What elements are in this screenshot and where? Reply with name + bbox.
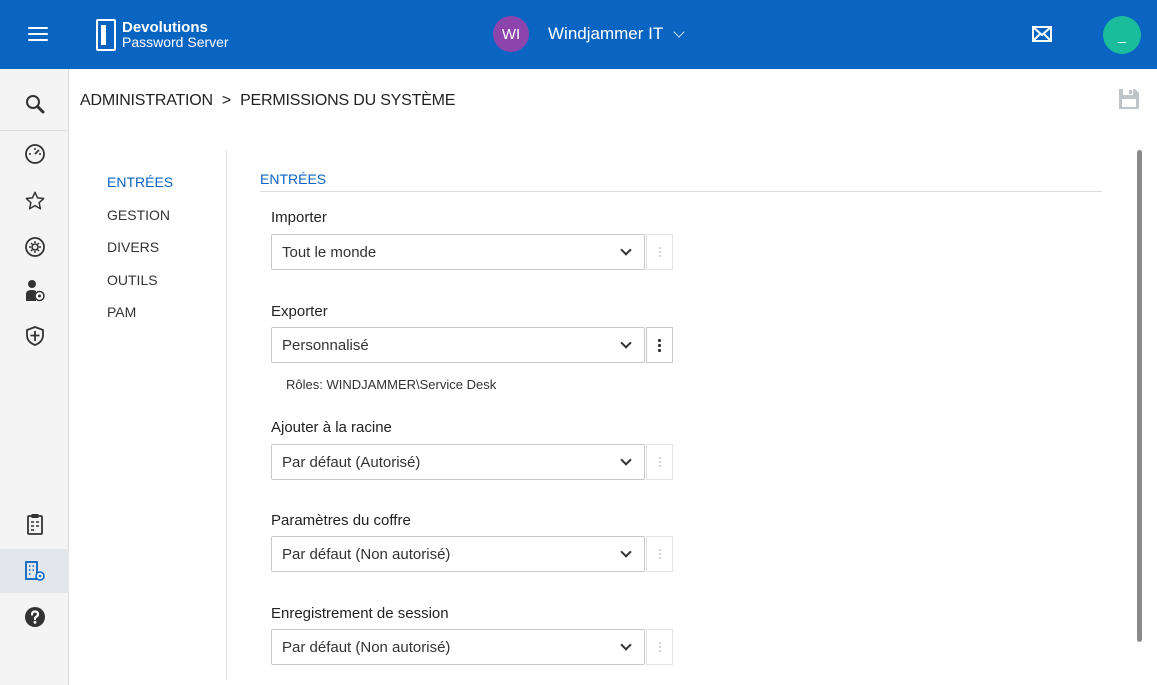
- mail-icon[interactable]: [1032, 26, 1052, 42]
- chevron-down-icon: [620, 337, 632, 349]
- organization-selector[interactable]: WI Windjammer IT: [493, 16, 685, 52]
- breadcrumb-separator: >: [221, 92, 232, 109]
- vault-settings-more-options-button: [646, 536, 673, 572]
- section-title: ENTRÉES: [260, 171, 327, 187]
- breadcrumb-current-page: PERMISSIONS DU SYSTÈME: [240, 92, 456, 109]
- shield-icon[interactable]: [0, 316, 69, 356]
- add-to-root-select[interactable]: Par défaut (Autorisé): [271, 444, 645, 480]
- subnav-item-divers[interactable]: DIVERS: [107, 238, 173, 271]
- building-gear-icon[interactable]: [0, 549, 69, 593]
- gear-icon[interactable]: [0, 227, 69, 267]
- select-value: Tout le monde: [282, 244, 377, 261]
- section-divider: [260, 191, 1102, 192]
- breadcrumb-administration[interactable]: ADMINISTRATION: [80, 92, 213, 110]
- user-settings-icon[interactable]: [0, 271, 69, 311]
- exporter-roles-note: Rôles: WINDJAMMER\Service Desk: [286, 377, 497, 392]
- star-icon[interactable]: [0, 181, 69, 221]
- chevron-down-icon: [620, 454, 632, 466]
- vertical-scrollbar[interactable]: [1137, 150, 1142, 642]
- select-value: Par défaut (Non autorisé): [282, 546, 451, 563]
- session-recording-select[interactable]: Par défaut (Non autorisé): [271, 629, 645, 665]
- app-logo[interactable]: Devolutions Password Server: [96, 18, 229, 52]
- hamburger-menu-icon[interactable]: [28, 27, 48, 41]
- logo-mark: [96, 19, 116, 51]
- permissions-category-nav: ENTRÉES GESTION DIVERS OUTILS PAM: [107, 173, 173, 336]
- chevron-down-icon: [620, 639, 632, 651]
- exporter-select[interactable]: Personnalisé: [271, 327, 645, 363]
- field-label-vault-settings: Paramètres du coffre: [271, 512, 411, 529]
- organization-avatar: WI: [493, 16, 529, 52]
- search-icon[interactable]: [0, 84, 69, 124]
- chevron-down-icon: [620, 244, 632, 256]
- field-label-exporter: Exporter: [271, 303, 328, 320]
- select-value: Personnalisé: [282, 337, 369, 354]
- clipboard-icon[interactable]: [0, 504, 69, 544]
- field-label-importer: Importer: [271, 209, 327, 226]
- top-bar: Devolutions Password Server WI Windjamme…: [0, 0, 1157, 69]
- importer-select[interactable]: Tout le monde: [271, 234, 645, 270]
- subnav-divider: [226, 150, 227, 680]
- icon-sidebar: [0, 69, 69, 685]
- breadcrumb: ADMINISTRATION > PERMISSIONS DU SYSTÈME: [80, 92, 455, 110]
- save-icon[interactable]: [1118, 88, 1140, 110]
- exporter-more-options-button[interactable]: [646, 327, 673, 363]
- session-recording-more-options-button: [646, 629, 673, 665]
- field-label-add-to-root: Ajouter à la racine: [271, 419, 392, 436]
- chevron-down-icon: [673, 25, 685, 38]
- help-icon[interactable]: [0, 597, 69, 637]
- organization-name: Windjammer IT: [548, 24, 664, 43]
- subnav-item-gestion[interactable]: GESTION: [107, 206, 173, 239]
- select-value: Par défaut (Non autorisé): [282, 639, 451, 656]
- subnav-item-outils[interactable]: OUTILS: [107, 271, 173, 304]
- subnav-item-entrees[interactable]: ENTRÉES: [107, 173, 173, 206]
- logo-line1: Devolutions: [122, 19, 208, 36]
- chevron-down-icon: [620, 546, 632, 558]
- sidebar-divider: [0, 130, 69, 131]
- select-value: Par défaut (Autorisé): [282, 454, 421, 471]
- dashboard-icon[interactable]: [0, 134, 69, 174]
- field-label-session-recording: Enregistrement de session: [271, 605, 449, 622]
- logo-line2: Password Server: [122, 34, 229, 50]
- add-to-root-more-options-button: [646, 444, 673, 480]
- vault-settings-select[interactable]: Par défaut (Non autorisé): [271, 536, 645, 572]
- subnav-item-pam[interactable]: PAM: [107, 303, 173, 336]
- user-avatar[interactable]: [1103, 16, 1141, 54]
- importer-more-options-button: [646, 234, 673, 270]
